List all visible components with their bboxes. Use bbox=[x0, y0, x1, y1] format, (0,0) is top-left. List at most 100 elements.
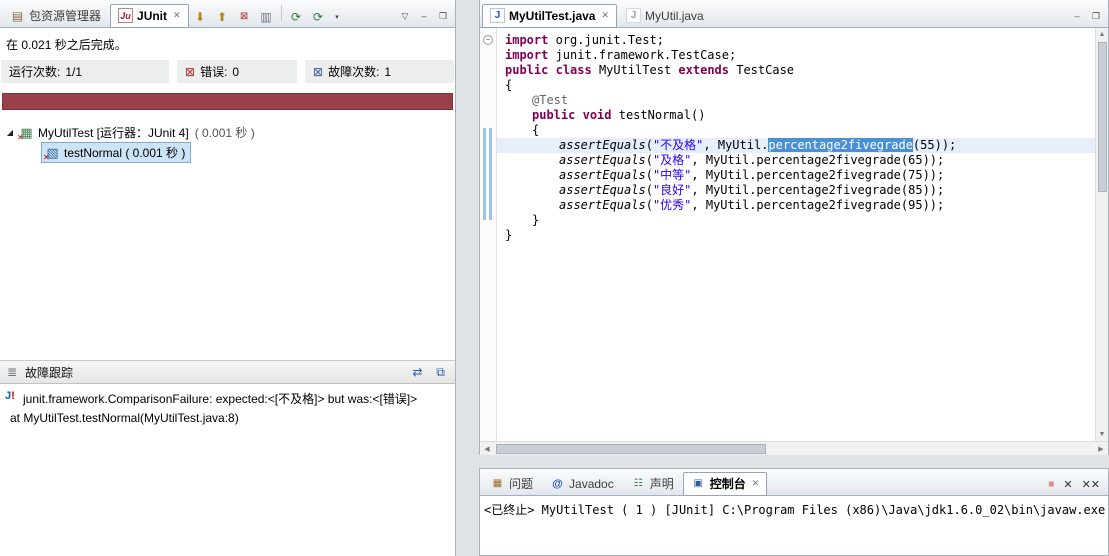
failure-trace-section: ≣ 故障跟踪 ⇄ ⧉ J! junit.framework.Comparison… bbox=[0, 360, 455, 556]
minimize-icon[interactable]: – bbox=[1069, 9, 1085, 23]
history-dropdown-icon[interactable]: ▾ bbox=[327, 6, 348, 27]
tab-label: Javadoc bbox=[569, 476, 614, 491]
javadoc-icon: @ bbox=[552, 477, 563, 490]
tab-myutil-java[interactable]: J MyUtil.java bbox=[618, 3, 712, 27]
expander-icon[interactable]: ◢ bbox=[5, 128, 15, 137]
tab-junit[interactable]: Ju JUnit ✕ bbox=[110, 4, 189, 28]
tree-row-suite[interactable]: ◢ ▦ ✕ MyUtilTest [运行器：JUnit 4] ( 0.001 秒… bbox=[0, 122, 455, 142]
close-icon[interactable]: ✕ bbox=[601, 10, 609, 21]
tab-problems[interactable]: ▦ 问题 bbox=[482, 471, 541, 495]
code-line[interactable]: { bbox=[497, 78, 1095, 93]
code-token: class bbox=[555, 63, 592, 77]
scrollbar-thumb[interactable] bbox=[496, 443, 766, 454]
code-line[interactable]: @Test bbox=[497, 93, 1095, 108]
eclipse-window: ▤ 包资源管理器 Ju JUnit ✕ ⬇ ⬆ ⊠ ▥ ⟳ ⟳ ▾ ▽ – ❐ … bbox=[0, 0, 1109, 556]
filter-stack-trace-icon[interactable]: ⇄ bbox=[407, 362, 428, 383]
annotation-ruler[interactable]: − bbox=[480, 28, 497, 441]
code-token: org.junit.Test; bbox=[548, 33, 664, 47]
code-line[interactable]: } bbox=[497, 213, 1095, 228]
run-status-text: 在 0.021 秒之后完成。 bbox=[6, 38, 127, 52]
trace-line[interactable]: at MyUtilTest.testNormal(MyUtilTest.java… bbox=[2, 409, 453, 427]
scroll-left-icon[interactable]: ◀ bbox=[480, 442, 494, 456]
close-icon[interactable]: ✕ bbox=[173, 10, 181, 21]
tab-console[interactable]: ▣ 控制台 ✕ bbox=[682, 472, 768, 496]
test-run-history-icon[interactable]: ▥ bbox=[256, 6, 277, 27]
horizontal-scrollbar[interactable]: ◀ ▶ bbox=[480, 441, 1108, 455]
code-line[interactable]: public class MyUtilTest extends TestCase bbox=[497, 63, 1095, 78]
code-token: "不及格" bbox=[652, 138, 704, 152]
code-token: junit.framework.TestCase; bbox=[548, 48, 737, 62]
rerun-failed-first-icon[interactable]: ⟳ bbox=[308, 6, 329, 27]
minimize-icon[interactable]: – bbox=[416, 9, 432, 23]
code-line[interactable]: assertEquals("良好", MyUtil.percentage2fiv… bbox=[497, 183, 1095, 198]
show-failures-only-icon[interactable]: ⊠ bbox=[234, 6, 255, 27]
view-menu-icon[interactable]: ▽ bbox=[397, 9, 413, 23]
code-token: } bbox=[505, 228, 513, 242]
code-area[interactable]: import org.junit.Test; import junit.frame… bbox=[497, 28, 1095, 441]
trace-text: junit.framework.ComparisonFailure: expec… bbox=[23, 392, 418, 406]
suite-time: ( 0.001 秒 ) bbox=[194, 125, 255, 140]
fold-collapse-icon[interactable]: − bbox=[483, 35, 493, 45]
code-token: , MyUtil.percentage2fivegrade(95)); bbox=[691, 198, 945, 212]
scroll-up-icon[interactable]: ▲ bbox=[1096, 28, 1109, 41]
failures-value: 1 bbox=[384, 64, 392, 79]
editor-window-buttons: – ❐ bbox=[1069, 9, 1106, 27]
terminate-icon[interactable]: ■ bbox=[1048, 479, 1054, 490]
remove-launch-icon[interactable]: ✕ bbox=[1063, 478, 1072, 491]
errors-icon: ⊠ bbox=[185, 64, 196, 79]
tab-label: JUnit bbox=[137, 8, 168, 23]
code-line[interactable]: } bbox=[497, 228, 1095, 243]
scroll-right-icon[interactable]: ▶ bbox=[1094, 442, 1108, 456]
code-token: assertEquals bbox=[559, 183, 646, 197]
runs-counter: 运行次数: 1/1 bbox=[1, 60, 169, 83]
code-line[interactable]: { bbox=[497, 123, 1095, 138]
code-line[interactable]: public void testNormal() bbox=[497, 108, 1095, 123]
console-output[interactable]: <已终止> MyUtilTest ( 1 ) [JUnit] C:\Progra… bbox=[480, 496, 1108, 523]
selected-token: percentage2fivegrade bbox=[768, 138, 913, 152]
console-view: ▦ 问题 @ Javadoc ☷ 声明 ▣ 控制台 ✕ ■ ✕ ✕✕ <已终止>… bbox=[479, 468, 1109, 556]
code-line[interactable]: import org.junit.Test; bbox=[497, 33, 1095, 48]
code-line[interactable]: assertEquals("不及格", MyUtil.percentage2fi… bbox=[497, 138, 1095, 153]
code-line[interactable]: import junit.framework.TestCase; bbox=[497, 48, 1095, 63]
tab-myutiltest-java[interactable]: J MyUtilTest.java ✕ bbox=[482, 4, 618, 28]
code-line[interactable]: assertEquals("优秀", MyUtil.percentage2fiv… bbox=[497, 198, 1095, 213]
code-token: import bbox=[505, 33, 549, 47]
tab-javadoc[interactable]: @ Javadoc bbox=[542, 471, 622, 495]
java-file-icon: J bbox=[626, 8, 642, 23]
toolbar-separator bbox=[280, 5, 282, 21]
vertical-scrollbar[interactable]: ▲ ▼ bbox=[1095, 28, 1108, 441]
code-token: assertEquals bbox=[559, 168, 646, 182]
code-line[interactable]: assertEquals("及格", MyUtil.percentage2fiv… bbox=[497, 153, 1095, 168]
code-token: public bbox=[505, 63, 549, 77]
tree-row-test[interactable]: ▧ ✕ testNormal ( 0.001 秒 ) bbox=[36, 141, 455, 163]
scrollbar-thumb[interactable] bbox=[1097, 42, 1107, 192]
failure-badge-icon: ✕ bbox=[17, 132, 24, 142]
errors-counter: ⊠ 错误: 0 bbox=[177, 60, 297, 83]
code-token: "良好" bbox=[652, 183, 692, 197]
trace-line[interactable]: J! junit.framework.ComparisonFailure: ex… bbox=[2, 388, 453, 409]
failures-label: 故障次数: bbox=[328, 65, 380, 79]
tab-declaration[interactable]: ☷ 声明 bbox=[623, 471, 682, 495]
code-token: void bbox=[582, 108, 612, 122]
code-line[interactable]: assertEquals("中等", MyUtil.percentage2fiv… bbox=[497, 168, 1095, 183]
test-label: testNormal ( 0.001 秒 ) bbox=[64, 145, 186, 160]
compare-result-icon[interactable]: ⧉ bbox=[430, 362, 451, 383]
code-token: ( bbox=[645, 153, 653, 167]
failures-icon: ⊠ bbox=[313, 64, 324, 79]
tab-label: 控制台 bbox=[709, 477, 746, 491]
scroll-down-icon[interactable]: ▼ bbox=[1096, 428, 1109, 441]
previous-failure-icon[interactable]: ⬆ bbox=[212, 6, 233, 27]
next-failure-icon[interactable]: ⬇ bbox=[190, 6, 211, 27]
maximize-icon[interactable]: ❐ bbox=[435, 9, 451, 23]
code-token: , MyUtil. bbox=[703, 138, 769, 152]
tab-package-explorer[interactable]: ▤ 包资源管理器 bbox=[2, 3, 109, 27]
close-icon[interactable]: ✕ bbox=[752, 478, 760, 489]
code-token: assertEquals bbox=[559, 198, 646, 212]
maximize-icon[interactable]: ❐ bbox=[1088, 9, 1104, 23]
selected-test-row[interactable]: ▧ ✕ testNormal ( 0.001 秒 ) bbox=[41, 141, 192, 163]
remove-all-launches-icon[interactable]: ✕✕ bbox=[1082, 478, 1100, 491]
code-token: ( bbox=[645, 198, 653, 212]
errors-label: 错误: bbox=[200, 65, 228, 79]
code-token: assertEquals bbox=[559, 138, 646, 152]
rerun-test-icon[interactable]: ⟳ bbox=[286, 6, 307, 27]
